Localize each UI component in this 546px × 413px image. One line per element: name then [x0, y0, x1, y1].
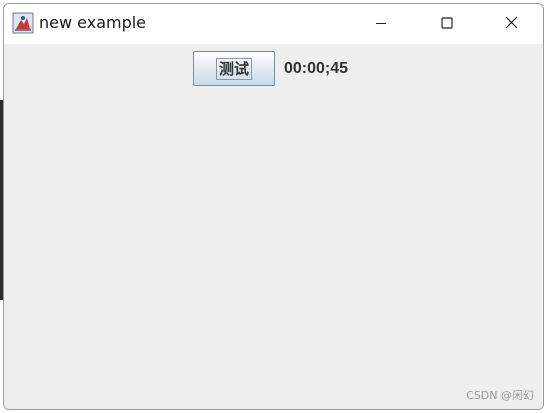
timer-label: 00:00;45 — [284, 60, 349, 77]
test-button[interactable]: 测试 — [193, 51, 275, 86]
test-button-label: 测试 — [215, 57, 252, 80]
content-panel: 测试 00:00;45 — [4, 44, 543, 409]
window-title: new example — [39, 13, 147, 32]
maximize-button[interactable] — [424, 4, 470, 42]
title-bar[interactable]: new example — [4, 4, 543, 44]
app-window: new example 测试 00:00;45 CSDN @闲幻 — [3, 3, 544, 410]
close-icon — [505, 14, 518, 33]
watermark: CSDN @闲幻 — [466, 389, 534, 402]
minimize-icon — [375, 14, 387, 33]
minimize-button[interactable] — [358, 4, 404, 42]
close-button[interactable] — [488, 4, 534, 42]
java-icon — [12, 12, 34, 34]
maximize-icon — [441, 14, 453, 33]
